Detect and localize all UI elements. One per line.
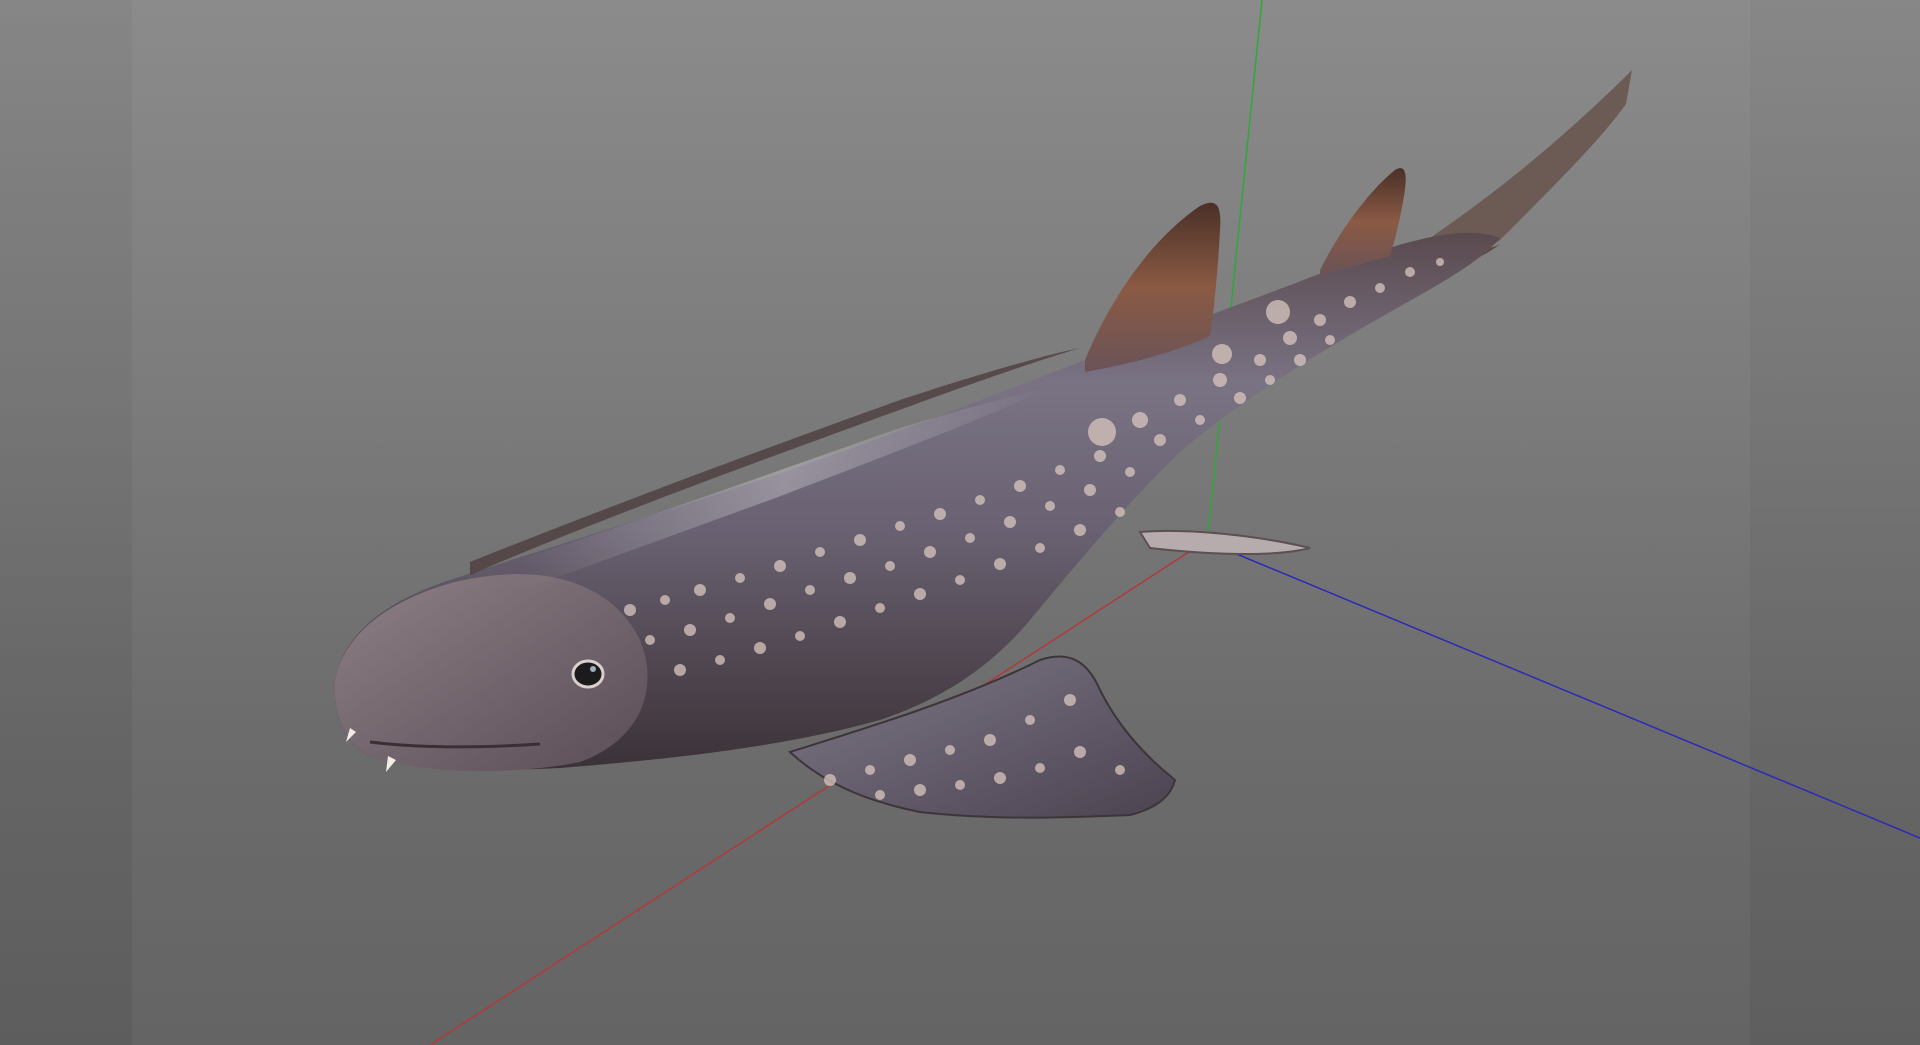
skin-spot xyxy=(1045,501,1055,511)
skin-spot xyxy=(1234,392,1246,404)
skin-spot xyxy=(1084,484,1096,496)
eye-highlight xyxy=(590,666,596,672)
skin-spot xyxy=(955,780,965,790)
skin-spot xyxy=(955,575,965,585)
skin-spot xyxy=(945,745,955,755)
scene-canvas[interactable] xyxy=(0,0,1920,1045)
skin-spot xyxy=(934,508,946,520)
skin-spot xyxy=(1094,450,1106,462)
skin-spot xyxy=(904,754,916,766)
skin-spot xyxy=(1074,524,1086,536)
skin-spot xyxy=(1132,412,1148,428)
skin-spot xyxy=(965,533,975,543)
skin-spot xyxy=(735,573,745,583)
skin-spot xyxy=(1055,465,1065,475)
skin-spot xyxy=(805,585,815,595)
skin-spot xyxy=(774,560,786,572)
skin-spot xyxy=(1064,694,1076,706)
skin-spot xyxy=(834,616,846,628)
skin-spot xyxy=(1294,354,1306,366)
3d-viewport[interactable] xyxy=(0,0,1920,1045)
skin-spot xyxy=(795,631,805,641)
skin-spot xyxy=(715,655,725,665)
skin-spot xyxy=(674,664,686,676)
skin-spot xyxy=(1266,300,1290,324)
skin-spot xyxy=(994,558,1006,570)
skin-spot xyxy=(754,642,766,654)
skin-spot xyxy=(895,521,905,531)
skin-spot xyxy=(624,604,636,616)
skin-spot xyxy=(1035,543,1045,553)
skin-spot xyxy=(725,613,735,623)
skin-spot xyxy=(844,572,856,584)
skin-spot xyxy=(1325,335,1335,345)
skin-spot xyxy=(865,765,875,775)
skin-spot xyxy=(1025,715,1035,725)
skin-spot xyxy=(645,635,655,645)
eye xyxy=(571,659,605,689)
skin-spot xyxy=(1115,765,1125,775)
skin-spot xyxy=(854,534,866,546)
skin-spot xyxy=(694,584,706,596)
z-axis-line xyxy=(1214,544,1920,839)
skin-spot xyxy=(875,790,885,800)
skin-spot xyxy=(975,495,985,505)
skin-spot xyxy=(1004,516,1016,528)
skin-spot xyxy=(1115,507,1125,517)
skin-spot xyxy=(885,561,895,571)
skin-spot xyxy=(914,588,926,600)
skin-spot xyxy=(984,734,996,746)
skin-spot xyxy=(684,624,696,636)
skin-spot xyxy=(1154,434,1166,446)
skin-spot xyxy=(1375,283,1385,293)
skin-spot xyxy=(1405,267,1415,277)
skin-spot xyxy=(660,595,670,605)
skin-spot xyxy=(1088,418,1116,446)
skin-spot xyxy=(994,772,1006,784)
skin-spot xyxy=(1265,375,1275,385)
skin-spot xyxy=(764,598,776,610)
skin-spot xyxy=(1035,763,1045,773)
skin-spot xyxy=(875,603,885,613)
pelvic-fin xyxy=(1138,529,1311,555)
skin-spot xyxy=(1283,331,1297,345)
skin-spot xyxy=(824,774,836,786)
skin-spot xyxy=(924,546,936,558)
skin-spot xyxy=(1125,467,1135,477)
skin-spot xyxy=(1212,344,1232,364)
skin-spot xyxy=(1014,480,1026,492)
skin-spot xyxy=(1254,354,1266,366)
skin-spot xyxy=(1195,415,1205,425)
skin-spot xyxy=(1174,394,1186,406)
skin-spot xyxy=(815,547,825,557)
skin-spot xyxy=(1436,258,1444,266)
skin-spot xyxy=(1344,296,1356,308)
skin-spot xyxy=(1314,314,1326,326)
skin-spot xyxy=(1213,373,1227,387)
skin-spot xyxy=(1074,746,1086,758)
skin-spot xyxy=(914,784,926,796)
